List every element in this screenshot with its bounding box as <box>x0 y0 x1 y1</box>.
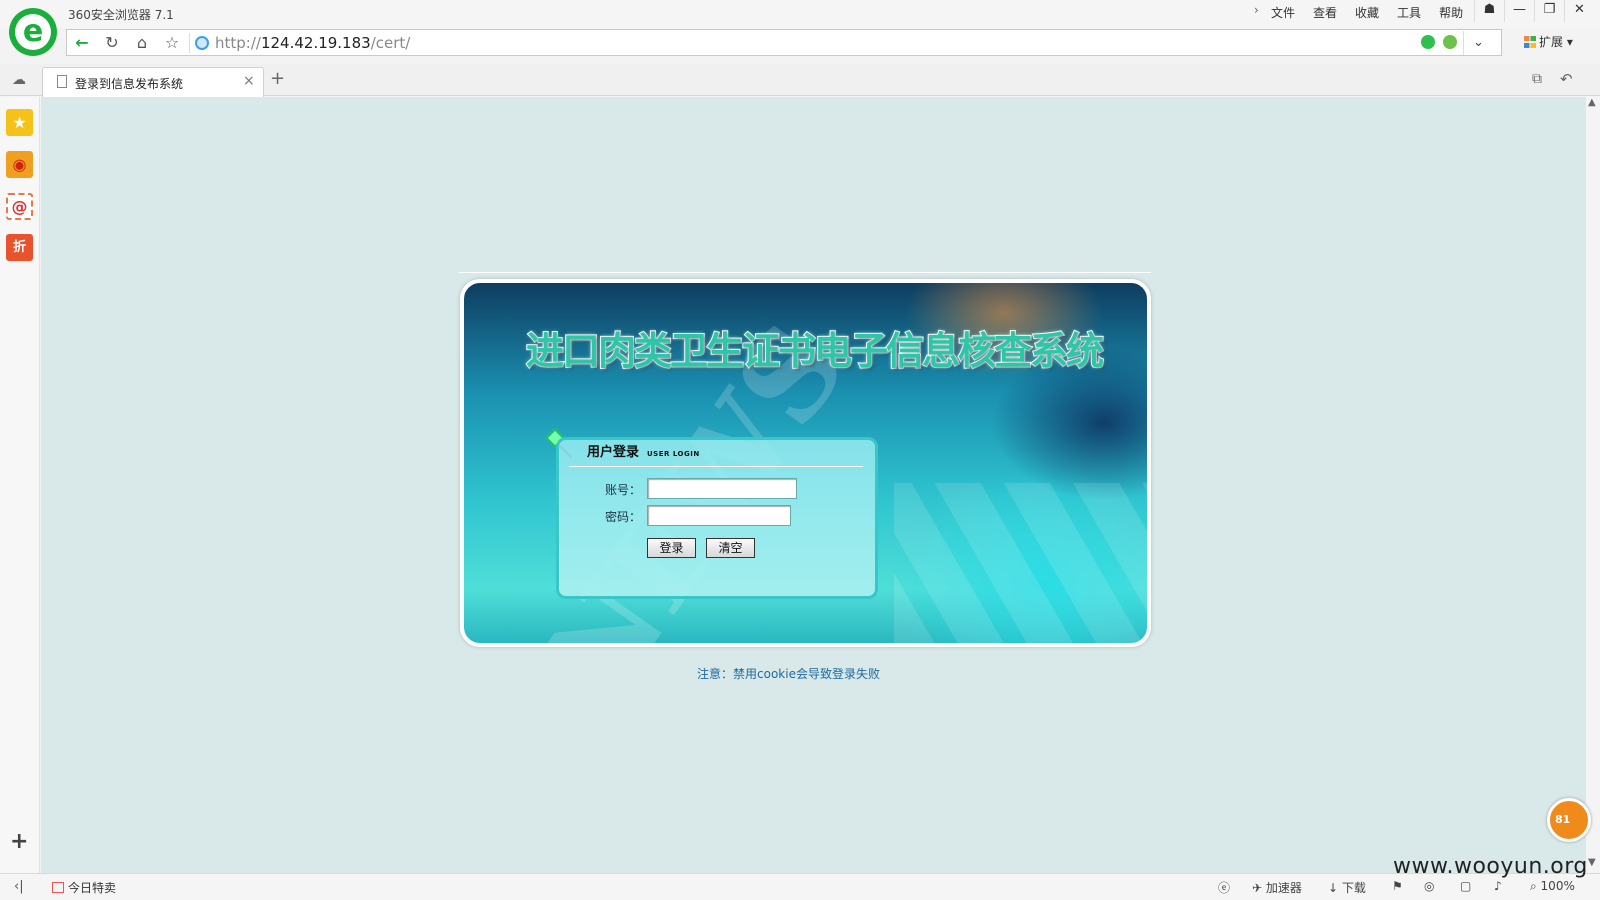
status-bar: ‹| 今日特卖 ⓔ ✈ 加速器 ↓ 下载 ⚑ ◎ ▢ ♪ ⌕ 100% <box>0 873 1600 900</box>
account-label: 账号： <box>605 483 642 497</box>
login-banner: NEWS 进口肉类卫生证书电子信息核查系统 用户登录 USER LOGIN 账号… <box>460 279 1151 647</box>
leaf-icon[interactable] <box>1443 35 1457 49</box>
login-subtitle: USER LOGIN <box>647 450 700 458</box>
compat-icon[interactable]: ◎ <box>1424 879 1434 893</box>
accelerator-button[interactable]: ✈ 加速器 <box>1252 879 1302 896</box>
menu-view[interactable]: 查看 <box>1304 4 1346 22</box>
sidebar: ★ ◉ @ 折 + <box>0 97 40 873</box>
skin-shirt-icon[interactable]: ☗ <box>1474 0 1504 22</box>
password-label: 密码： <box>605 510 642 524</box>
account-input[interactable] <box>647 478 797 499</box>
download-button[interactable]: ↓ 下载 <box>1328 879 1366 896</box>
divider <box>189 33 190 53</box>
star-icon[interactable]: ☆ <box>159 32 185 54</box>
address-row: ← ↻ ⌂ ☆ http://124.42.19.183/cert/ ⌄ 扩展 … <box>66 29 1600 57</box>
menu-favorites[interactable]: 收藏 <box>1346 4 1388 22</box>
window-controls: ☗ — ❐ ✕ <box>1474 0 1594 22</box>
favorites-star-icon[interactable]: ★ <box>6 109 33 136</box>
add-sidebar-item-icon[interactable]: + <box>10 829 28 854</box>
tab-active[interactable]: 登录到信息发布系统 × <box>42 67 264 97</box>
close-window-button[interactable]: ✕ <box>1564 0 1594 22</box>
ie-mode-icon[interactable]: ⓔ <box>1218 879 1230 896</box>
login-title: 用户登录 <box>587 445 640 460</box>
volume-icon[interactable]: ♪ <box>1494 879 1502 893</box>
keyboard-background <box>894 483 1147 643</box>
sale-discount-icon[interactable]: 折 <box>6 234 33 261</box>
title-bar: e 360安全浏览器 7.1 › 文件 查看 收藏 工具 帮助 ☗ — ❐ ✕ <box>0 0 1600 56</box>
page-viewport: NEWS 进口肉类卫生证书电子信息核查系统 用户登录 USER LOGIN 账号… <box>41 97 1586 873</box>
cloud-icon[interactable]: ☁ <box>12 72 26 88</box>
tab-strip: ☁ 登录到信息发布系统 × + ⧉ ↶ <box>0 64 1600 97</box>
flag-icon[interactable]: ⚑ <box>1392 879 1403 893</box>
refresh-icon[interactable]: ↻ <box>99 32 125 54</box>
vertical-scrollbar[interactable]: ▲ ▼ <box>1586 97 1600 873</box>
window-icon[interactable]: ▢ <box>1460 879 1471 893</box>
back-arrow-icon[interactable]: ← <box>69 32 95 54</box>
menu-file[interactable]: 文件 <box>1262 4 1304 22</box>
collapse-sidebar-icon[interactable]: ‹| <box>14 879 24 894</box>
maximize-button[interactable]: ❐ <box>1534 0 1564 22</box>
tab-title: 登录到信息发布系统 <box>75 77 184 91</box>
address-bar[interactable]: ← ↻ ⌂ ☆ http://124.42.19.183/cert/ ⌄ <box>66 29 1502 56</box>
restore-tabs-icon[interactable]: ⧉ <box>1532 71 1542 87</box>
minimize-button[interactable]: — <box>1504 0 1534 22</box>
menu-chevron-icon[interactable]: › <box>1254 3 1259 17</box>
extensions-grid-icon <box>1524 36 1536 48</box>
mail-at-icon[interactable]: @ <box>6 193 33 220</box>
login-button[interactable]: 登录 <box>647 538 696 558</box>
scroll-down-icon[interactable]: ▼ <box>1588 857 1596 868</box>
close-tab-icon[interactable]: × <box>243 73 255 89</box>
daily-deals-link[interactable]: 今日特卖 <box>52 879 116 896</box>
cookie-notice: 注意：禁用cookie会导致登录失败 <box>697 667 880 681</box>
document-icon <box>57 75 67 88</box>
menu-help[interactable]: 帮助 <box>1430 4 1472 22</box>
password-input[interactable] <box>647 505 791 526</box>
clear-button[interactable]: 清空 <box>706 538 755 558</box>
home-icon[interactable]: ⌂ <box>129 32 155 54</box>
security-shield-icon[interactable] <box>1421 35 1435 49</box>
divider <box>569 466 863 467</box>
new-tab-button[interactable]: + <box>270 68 285 89</box>
undo-close-icon[interactable]: ↶ <box>1560 70 1573 88</box>
weibo-icon[interactable]: ◉ <box>6 151 33 178</box>
browser-logo-icon[interactable]: e <box>9 8 57 56</box>
extensions-button[interactable]: 扩展 ▾ <box>1524 33 1573 50</box>
system-title: 进口肉类卫生证书电子信息核查系统 <box>525 328 1105 374</box>
menu-bar: 文件 查看 收藏 工具 帮助 <box>1262 4 1472 22</box>
globe-icon <box>195 36 209 50</box>
login-panel: 用户登录 USER LOGIN 账号： 密码： 登录 清空 <box>556 437 878 599</box>
gift-icon <box>52 882 64 893</box>
menu-tools[interactable]: 工具 <box>1388 4 1430 22</box>
zoom-level[interactable]: ⌕ 100% <box>1530 879 1575 894</box>
notification-badge[interactable]: 81 <box>1547 798 1591 842</box>
divider <box>459 272 1151 273</box>
url-text[interactable]: http://124.42.19.183/cert/ <box>215 34 410 52</box>
site-watermark: www.wooyun.org <box>1393 854 1588 879</box>
app-title: 360安全浏览器 7.1 <box>68 8 174 22</box>
chevron-down-icon[interactable]: ⌄ <box>1463 31 1493 55</box>
scroll-up-icon[interactable]: ▲ <box>1588 97 1596 108</box>
